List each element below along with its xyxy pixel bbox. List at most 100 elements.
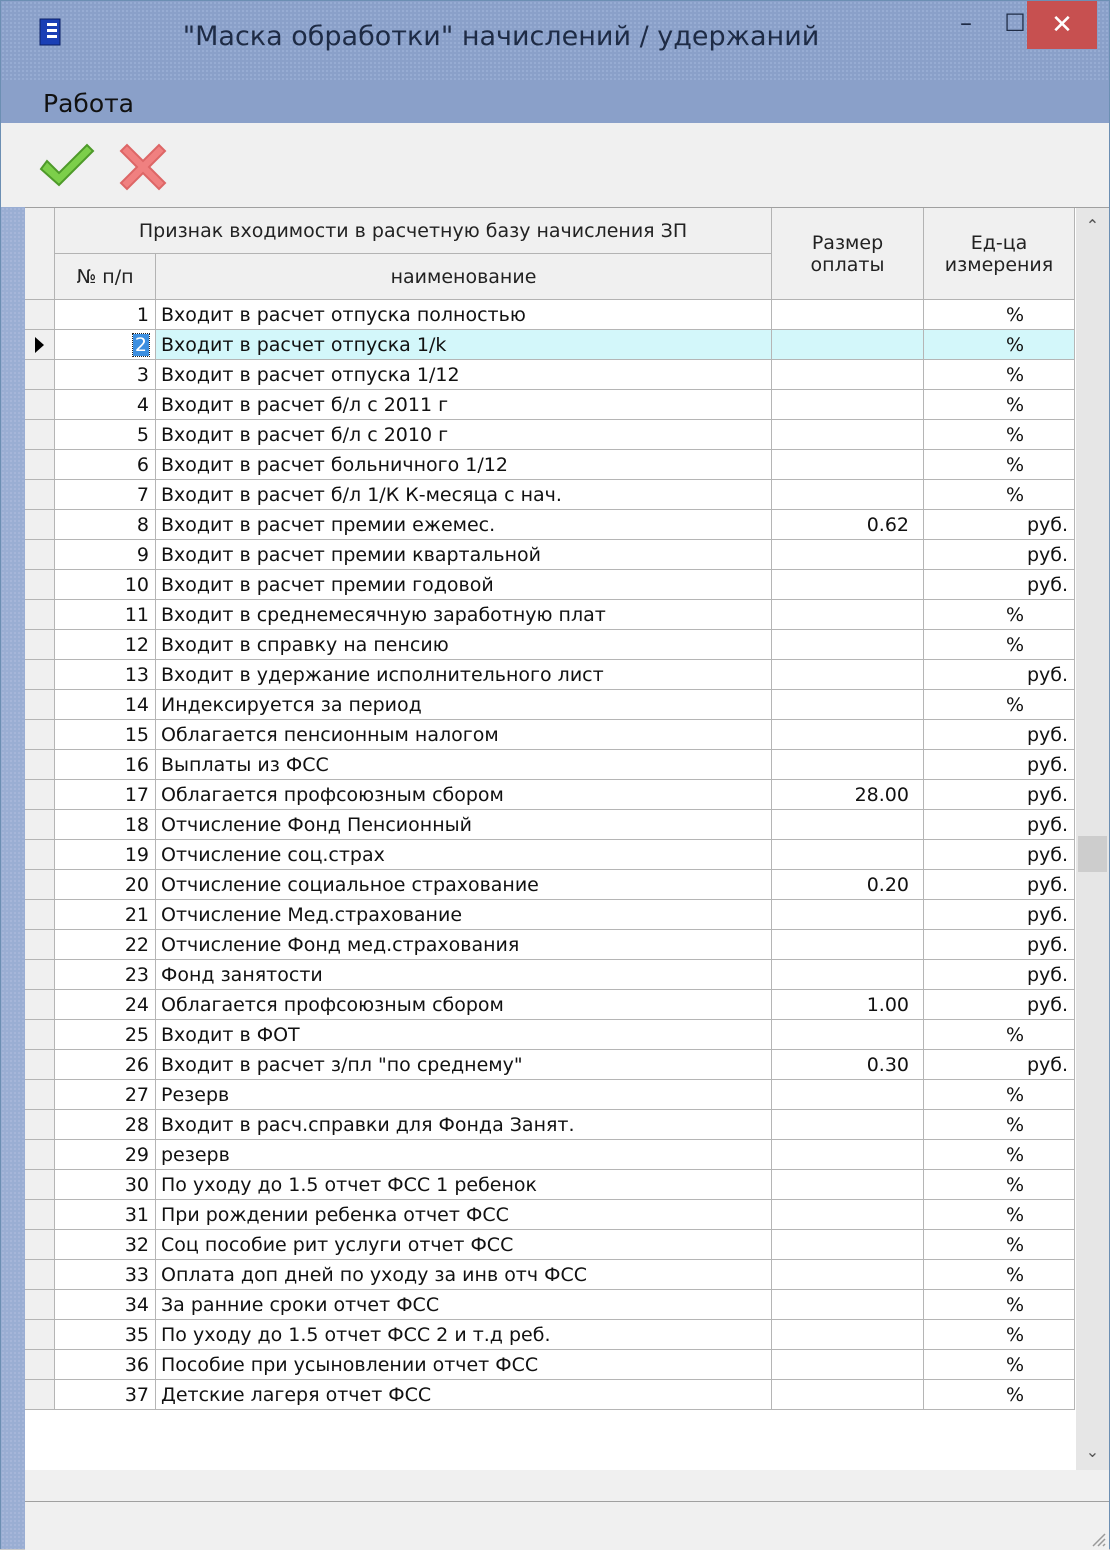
header-col-unit[interactable]: Ед-ца измерения (924, 208, 1075, 300)
close-button[interactable]: ✕ (1027, 1, 1097, 49)
cell-name[interactable]: Облагается пенсионным налогом (156, 720, 772, 750)
table-row[interactable]: 22 Отчисление Фонд мед.страхования руб. (25, 930, 1075, 960)
table-row[interactable]: 26 Входит в расчет з/пл "по среднему" 0.30… (25, 1050, 1075, 1080)
cell-amount[interactable] (772, 1110, 924, 1140)
cell-name[interactable]: Индексируется за период (156, 690, 772, 720)
table-row[interactable]: 2 Входит в расчет отпуска 1/k% (25, 330, 1075, 360)
scroll-thumb[interactable] (1078, 836, 1107, 872)
cell-amount[interactable] (772, 1350, 924, 1380)
cell-amount[interactable] (772, 660, 924, 690)
row-indicator[interactable] (25, 360, 55, 390)
cell-unit[interactable]: % (924, 450, 1075, 480)
row-indicator[interactable] (25, 1020, 55, 1050)
cell-name[interactable]: Резерв (156, 1080, 772, 1110)
cell-no[interactable]: 14 (55, 690, 156, 720)
cell-amount[interactable] (772, 1200, 924, 1230)
cell-no[interactable]: 18 (55, 810, 156, 840)
row-indicator[interactable] (25, 540, 55, 570)
cell-no[interactable]: 21 (55, 900, 156, 930)
cell-amount[interactable]: 0.30 (772, 1050, 924, 1080)
cell-no[interactable]: 23 (55, 960, 156, 990)
cell-no[interactable]: 8 (55, 510, 156, 540)
table-row[interactable]: 32 Соц пособие рит услуги отчет ФСС% (25, 1230, 1075, 1260)
cell-no[interactable]: 5 (55, 420, 156, 450)
table-row[interactable]: 5 Входит в расчет б/л с 2010 г% (25, 420, 1075, 450)
cell-amount[interactable] (772, 360, 924, 390)
cell-unit[interactable]: % (924, 1290, 1075, 1320)
cell-unit[interactable]: % (924, 690, 1075, 720)
cell-name[interactable]: Отчисление Фонд мед.страхования (156, 930, 772, 960)
cell-unit[interactable]: % (924, 1020, 1075, 1050)
cell-unit[interactable]: руб. (924, 930, 1075, 960)
table-row[interactable]: 16 Выплаты из ФСС руб. (25, 750, 1075, 780)
cell-name[interactable]: Облагается профсоюзным сбором (156, 780, 772, 810)
cell-amount[interactable]: 0.62 (772, 510, 924, 540)
cell-name[interactable]: Пособие при усыновлении отчет ФСС (156, 1350, 772, 1380)
row-indicator[interactable] (25, 1260, 55, 1290)
cell-name[interactable]: Входит в расчет з/пл "по среднему" (156, 1050, 772, 1080)
cell-amount[interactable] (772, 840, 924, 870)
cell-no[interactable]: 24 (55, 990, 156, 1020)
row-indicator[interactable] (25, 1350, 55, 1380)
cell-name[interactable]: Входит в расчет б/л с 2010 г (156, 420, 772, 450)
cell-amount[interactable] (772, 690, 924, 720)
table-row[interactable]: 25 Входит в ФОТ% (25, 1020, 1075, 1050)
cell-amount[interactable] (772, 1320, 924, 1350)
cell-amount[interactable] (772, 720, 924, 750)
cell-amount[interactable] (772, 630, 924, 660)
cell-amount[interactable] (772, 420, 924, 450)
table-row[interactable]: 20 Отчисление социальное страхование 0.20 р… (25, 870, 1075, 900)
cell-no[interactable]: 27 (55, 1080, 156, 1110)
cell-unit[interactable]: % (924, 360, 1075, 390)
cell-amount[interactable] (772, 570, 924, 600)
table-row[interactable]: 1 Входит в расчет отпуска полностью% (25, 300, 1075, 330)
cell-name[interactable]: Входит в расчет больничного 1/12 (156, 450, 772, 480)
cell-no[interactable]: 31 (55, 1200, 156, 1230)
cell-unit[interactable]: руб. (924, 660, 1075, 690)
cell-unit[interactable]: руб. (924, 780, 1075, 810)
table-row[interactable]: 36 Пособие при усыновлении отчет ФСС% (25, 1350, 1075, 1380)
cell-no[interactable]: 10 (55, 570, 156, 600)
row-indicator[interactable] (25, 900, 55, 930)
table-row[interactable]: 15 Облагается пенсионным налогом руб. (25, 720, 1075, 750)
cell-no[interactable]: 33 (55, 1260, 156, 1290)
cell-name[interactable]: Отчисление социальное страхование (156, 870, 772, 900)
cell-name[interactable]: Входит в расчет премии квартальной (156, 540, 772, 570)
cell-amount[interactable] (772, 930, 924, 960)
cell-unit[interactable]: % (924, 630, 1075, 660)
data-grid[interactable]: Признак входимости в расчетную базу начи… (25, 207, 1109, 1470)
row-indicator[interactable] (25, 420, 55, 450)
table-row[interactable]: 6 Входит в расчет больничного 1/12% (25, 450, 1075, 480)
cell-no[interactable]: 26 (55, 1050, 156, 1080)
cell-no[interactable]: 13 (55, 660, 156, 690)
row-indicator[interactable] (25, 780, 55, 810)
header-col-name[interactable]: наименование (156, 254, 772, 300)
table-row[interactable]: 14 Индексируется за период% (25, 690, 1075, 720)
row-indicator[interactable] (25, 1380, 55, 1410)
table-row[interactable]: 7 Входит в расчет б/л 1/К К-месяца с нач.… (25, 480, 1075, 510)
table-row[interactable]: 17 Облагается профсоюзным сбором 28.00 руб. (25, 780, 1075, 810)
cell-unit[interactable]: % (924, 1350, 1075, 1380)
cell-no[interactable]: 3 (55, 360, 156, 390)
cell-no[interactable]: 35 (55, 1320, 156, 1350)
row-indicator[interactable] (25, 480, 55, 510)
cell-amount[interactable]: 0.20 (772, 870, 924, 900)
cell-name[interactable]: резерв (156, 1140, 772, 1170)
cell-name[interactable]: Отчисление соц.страх (156, 840, 772, 870)
table-row[interactable]: 9 Входит в расчет премии квартальной руб. (25, 540, 1075, 570)
cell-amount[interactable] (772, 1260, 924, 1290)
cell-name[interactable]: Входит в расч.справки для Фонда Занят. (156, 1110, 772, 1140)
table-row[interactable]: 21 Отчисление Мед.страхование руб. (25, 900, 1075, 930)
cell-amount[interactable] (772, 1230, 924, 1260)
cell-amount[interactable] (772, 1020, 924, 1050)
table-row[interactable]: 31 При рождении ребенка отчет ФСС% (25, 1200, 1075, 1230)
cell-no[interactable]: 22 (55, 930, 156, 960)
table-row[interactable]: 10 Входит в расчет премии годовой руб. (25, 570, 1075, 600)
cell-name[interactable]: Детские лагеря отчет ФСС (156, 1380, 772, 1410)
cell-amount[interactable] (772, 1140, 924, 1170)
cell-name[interactable]: Соц пособие рит услуги отчет ФСС (156, 1230, 772, 1260)
row-indicator[interactable] (25, 1320, 55, 1350)
cell-amount[interactable] (772, 600, 924, 630)
cell-no[interactable]: 28 (55, 1110, 156, 1140)
row-indicator[interactable] (25, 930, 55, 960)
